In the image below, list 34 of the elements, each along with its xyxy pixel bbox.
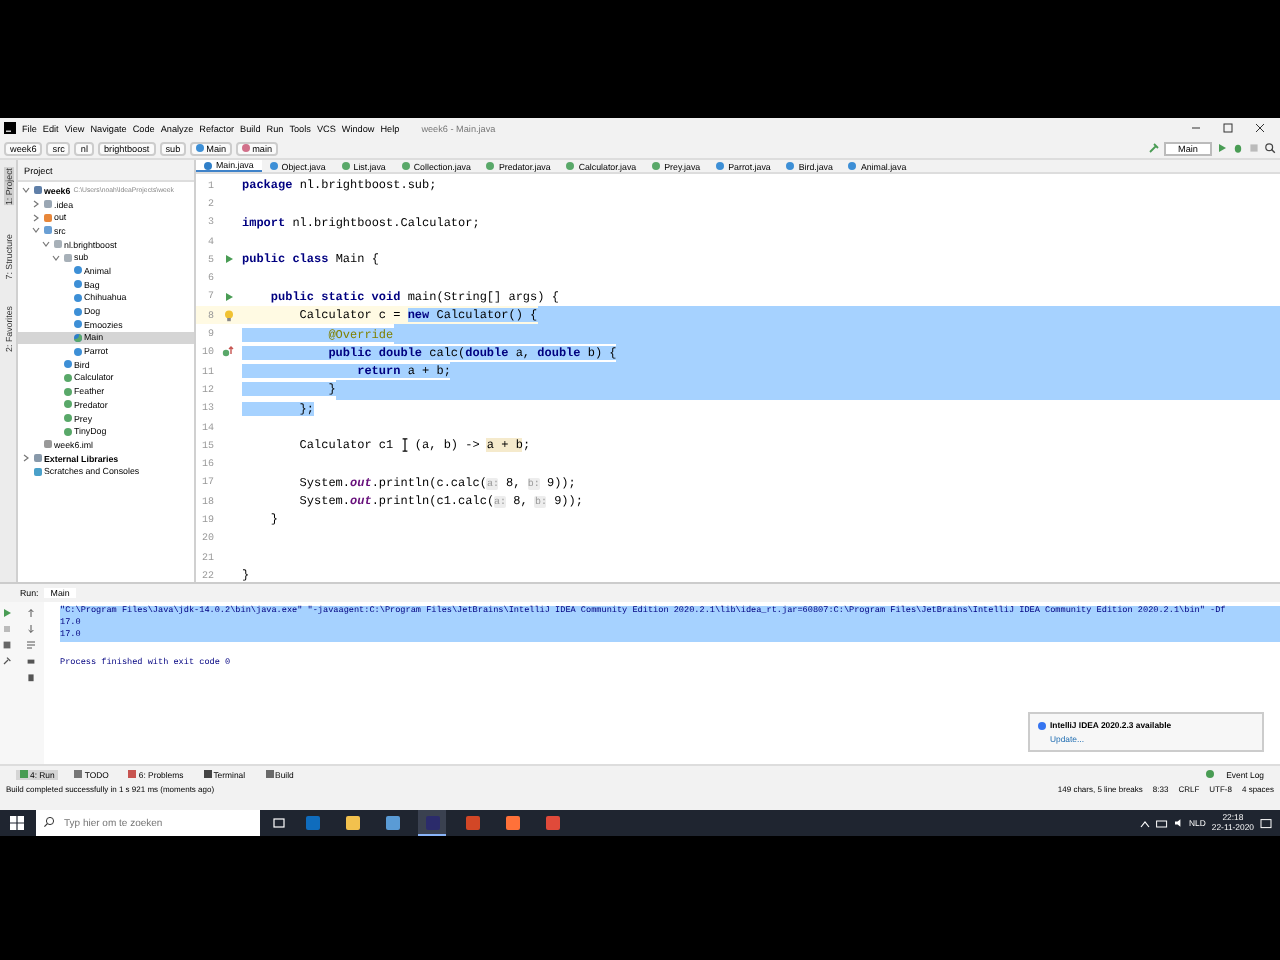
run-icon[interactable]	[2, 608, 12, 618]
hammer-icon[interactable]	[1148, 142, 1161, 154]
arrow-down-icon[interactable]	[25, 624, 35, 634]
battery-icon[interactable]	[1155, 819, 1167, 827]
lightbulb-icon[interactable]	[223, 309, 233, 322]
chevron-down-icon[interactable]	[42, 240, 50, 249]
text-cursor-icon	[402, 438, 409, 453]
run-icon[interactable]	[1216, 142, 1228, 154]
close-icon[interactable]	[1254, 122, 1266, 134]
chevron-right-icon[interactable]	[22, 454, 30, 463]
maximize-icon[interactable]	[1222, 122, 1234, 134]
chevron-up-icon[interactable]	[1139, 819, 1149, 827]
info-icon	[1038, 721, 1046, 729]
chevron-right-icon[interactable]	[32, 213, 40, 222]
notification-icon[interactable]	[1260, 817, 1272, 829]
status-dot-icon	[1206, 770, 1215, 778]
run-icon[interactable]	[223, 291, 233, 302]
speaker-icon[interactable]	[1173, 818, 1183, 828]
arrow-up-icon[interactable]	[25, 608, 35, 618]
chevron-right-icon[interactable]	[32, 200, 40, 209]
chevron-down-icon[interactable]	[22, 186, 30, 195]
minimize-icon[interactable]	[1190, 122, 1202, 134]
bug-icon[interactable]	[1232, 142, 1244, 154]
task-view-icon[interactable]	[272, 816, 286, 830]
pin-icon[interactable]	[2, 656, 12, 666]
override-icon[interactable]	[222, 346, 234, 359]
file-icon	[43, 440, 51, 449]
run-icon[interactable]	[223, 254, 233, 265]
chevron-down-icon[interactable]	[32, 226, 40, 235]
chevron-down-icon[interactable]	[52, 253, 60, 262]
taskbar-app-icon[interactable]	[418, 810, 446, 836]
wrap-icon[interactable]	[25, 640, 35, 650]
search-icon[interactable]	[1264, 142, 1276, 154]
windows-logo-icon[interactable]	[10, 816, 24, 830]
